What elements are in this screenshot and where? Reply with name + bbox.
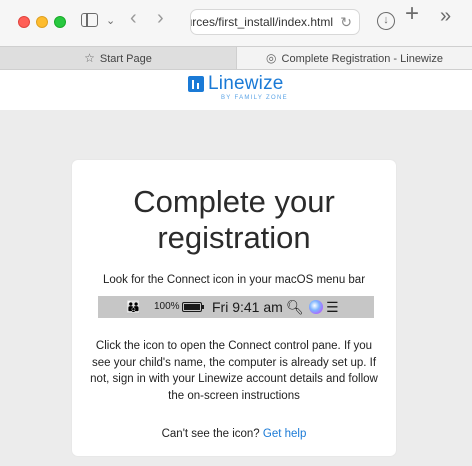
page-title: Complete your registration: [133, 184, 335, 255]
tab-start-page[interactable]: ☆ Start Page: [0, 47, 236, 69]
tab-complete-registration[interactable]: ◎ Complete Registration - Linewize: [236, 47, 472, 69]
reload-icon[interactable]: ↻: [340, 14, 352, 31]
compass-icon: ◎: [266, 51, 277, 65]
address-bar[interactable]: sources/first_install/index.html ↻: [190, 9, 360, 35]
download-icon[interactable]: ↓: [377, 12, 395, 30]
forward-button[interactable]: ›: [157, 8, 164, 28]
url-text: sources/first_install/index.html: [191, 15, 333, 29]
battery-icon: [182, 302, 204, 312]
new-tab-button[interactable]: +: [405, 2, 419, 26]
chevron-down-icon[interactable]: ⌄: [106, 13, 115, 29]
tab-label: Complete Registration - Linewize: [281, 53, 443, 65]
connect-icon: 👪: [126, 300, 141, 314]
more-toolbar-items-icon[interactable]: »: [440, 6, 451, 26]
help-line: Can't see the icon? Get help: [72, 428, 396, 440]
instruction-body: Click the icon to open the Connect contr…: [90, 340, 378, 402]
registration-card: Complete your registration Look for the …: [72, 160, 396, 456]
menubar-clock: Fri 9:41 am: [212, 299, 283, 315]
star-icon: ☆: [84, 51, 95, 65]
brand-tagline: BY FAMILY ZONE: [221, 95, 288, 101]
macos-menubar-illustration: 👪 100% Fri 9:41 am 🔍︎ ☰: [98, 296, 374, 318]
linewize-logo-icon: [188, 76, 204, 92]
control-center-icon: ☰: [326, 299, 339, 315]
sidebar-toggle-icon[interactable]: [81, 13, 98, 27]
zoom-window-button[interactable]: [54, 16, 66, 28]
help-prompt: Can't see the icon?: [161, 428, 260, 440]
close-window-button[interactable]: [18, 16, 30, 28]
linewize-logo[interactable]: Linewize BY FAMILY ZONE: [188, 73, 288, 107]
spotlight-search-icon: 🔍︎: [286, 299, 304, 315]
tab-bar: ☆ Start Page ◎ Complete Registration - Lin…: [0, 46, 472, 70]
minimize-window-button[interactable]: [36, 16, 48, 28]
get-help-link[interactable]: Get help: [263, 428, 306, 440]
page-header: Linewize BY FAMILY ZONE: [0, 70, 472, 110]
instruction-lead: Look for the Connect icon in your macOS …: [102, 274, 366, 286]
page-scrollbar[interactable]: [464, 110, 472, 466]
brand-name: Linewize: [208, 73, 284, 94]
back-button[interactable]: ‹: [130, 8, 137, 28]
tab-label: Start Page: [99, 53, 152, 65]
battery-percent: 100%: [154, 301, 180, 312]
siri-icon: [309, 300, 323, 314]
browser-toolbar: ⌄ ‹ › sources/first_install/index.html ↻…: [0, 0, 472, 46]
